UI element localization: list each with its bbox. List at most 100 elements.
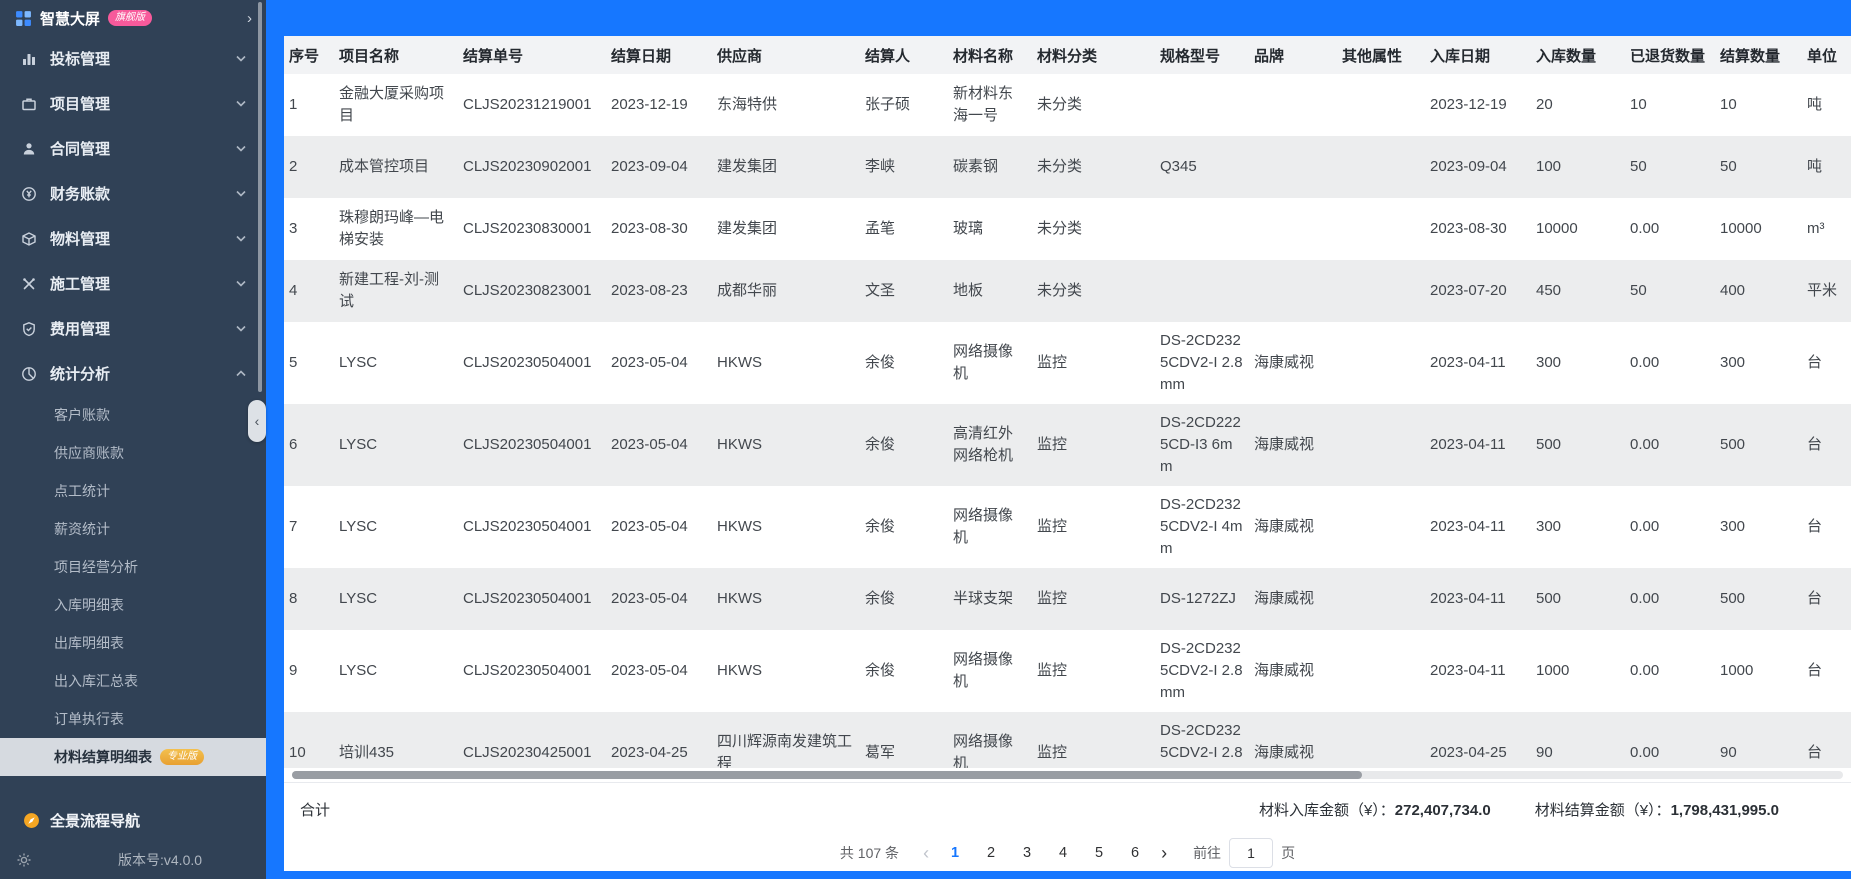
- column-header: 规格型号: [1155, 36, 1249, 74]
- sidebar-subitem-6[interactable]: 入库明细表: [0, 586, 266, 624]
- subitem-label: 订单执行表: [54, 711, 124, 727]
- table-cell: CLJS20230504001: [463, 662, 592, 679]
- table-cell: 未分类: [1037, 282, 1083, 299]
- table-cell: [1249, 74, 1337, 136]
- sidebar-subitem-9[interactable]: 订单执行表: [0, 700, 266, 738]
- pro-badge: 专业版: [160, 749, 204, 765]
- sidebar-subitem-1[interactable]: 客户账款: [0, 396, 266, 434]
- sidebar-item-materials[interactable]: 物料管理: [0, 216, 266, 261]
- page-button-2[interactable]: 2: [977, 838, 1005, 868]
- sidebar-subitem-5[interactable]: 项目经营分析: [0, 548, 266, 586]
- table-cell: 台: [1807, 436, 1823, 453]
- flow-navigation-icon: [22, 811, 40, 829]
- next-page-button[interactable]: ›: [1153, 843, 1175, 864]
- pagination: 共 107 条 ‹ 123456 › 前往 页: [284, 835, 1851, 871]
- sidebar-subitem-8[interactable]: 出入库汇总表: [0, 662, 266, 700]
- sidebar-item-expenses[interactable]: 费用管理: [0, 306, 266, 351]
- table-cell: 地板: [953, 282, 984, 299]
- sidebar-item-smart-screen[interactable]: 智慧大屏 旗舰版 ›: [0, 0, 266, 36]
- menu-label: 合同管理: [50, 141, 111, 158]
- table-cell: CLJS20230425001: [463, 744, 592, 761]
- sidebar-subitem-4[interactable]: 薪资统计: [0, 510, 266, 548]
- table-cell: 100: [1536, 158, 1562, 175]
- sidebar-item-bidding[interactable]: 投标管理: [0, 36, 266, 81]
- table-cell: 5: [289, 354, 298, 371]
- prev-page-button[interactable]: ‹: [915, 843, 937, 864]
- table-cell: 450: [1536, 282, 1562, 299]
- column-header: 已退货数量: [1625, 36, 1715, 74]
- table-cell: 监控: [1037, 436, 1068, 453]
- chevron-up-icon: [236, 370, 246, 377]
- table-cell: 余俊: [865, 436, 896, 453]
- total-count: 共 107 条: [839, 845, 900, 861]
- table-cell: m³: [1807, 220, 1825, 237]
- table-cell: [1249, 136, 1337, 198]
- subitem-label: 出入库汇总表: [54, 673, 138, 689]
- table-cell: 珠穆朗玛峰—电梯安装: [339, 209, 445, 248]
- sidebar: 智慧大屏 旗舰版 › 投标管理 项目管理 合同管理 财务账款 物料管理 施工管理…: [0, 0, 266, 879]
- goto-suffix: 页: [1281, 845, 1296, 861]
- table-cell: 6: [289, 436, 298, 453]
- page-button-1[interactable]: 1: [941, 838, 969, 868]
- table-cell: 500: [1720, 590, 1746, 607]
- table-cell: 300: [1720, 518, 1746, 535]
- column-header: 结算人: [860, 36, 948, 74]
- table-cell: 1000: [1536, 662, 1570, 679]
- table-header-row: 序号 项目名称 结算单号 结算日期 供应商 结算人 材料名称 材料分类 规格型号 品牌 其他属性 入库…: [284, 36, 1851, 74]
- table-cell: DS-1272ZJ: [1160, 590, 1236, 607]
- gear-icon[interactable]: [16, 852, 32, 868]
- table-cell: 2023-09-04: [1430, 158, 1507, 175]
- table-cell: 海康威视: [1254, 744, 1315, 761]
- table-cell: 500: [1720, 436, 1746, 453]
- table-cell: 金融大厦采购项目: [339, 85, 445, 124]
- subitem-label: 出库明细表: [54, 635, 124, 651]
- table-cell: CLJS20230504001: [463, 590, 592, 607]
- table-cell: CLJS20230504001: [463, 436, 592, 453]
- sidebar-subitem-3[interactable]: 点工统计: [0, 472, 266, 510]
- app-root: 智慧大屏 旗舰版 › 投标管理 项目管理 合同管理 财务账款 物料管理 施工管理…: [0, 0, 1851, 879]
- page-button-3[interactable]: 3: [1013, 838, 1041, 868]
- sidebar-item-projects[interactable]: 项目管理: [0, 81, 266, 126]
- table-cell: 500: [1536, 436, 1562, 453]
- table-cell: 2023-04-11: [1430, 436, 1506, 453]
- table-cell: CLJS20230823001: [463, 282, 592, 299]
- table-cell: DS-2CD2325CDV2-I 2.8mm: [1160, 722, 1243, 768]
- table-cell: [1337, 486, 1425, 568]
- sidebar-subitem-2[interactable]: 供应商账款: [0, 434, 266, 472]
- goto-page-input[interactable]: [1229, 838, 1274, 868]
- table-cell: 2023-05-04: [611, 518, 688, 535]
- column-header: 其他属性: [1337, 36, 1425, 74]
- column-header: 材料分类: [1032, 36, 1155, 74]
- table-cell: 台: [1807, 662, 1823, 679]
- sidebar-subitem-7[interactable]: 出库明细表: [0, 624, 266, 662]
- page-button-4[interactable]: 4: [1049, 838, 1077, 868]
- inbound-amount: 材料入库金额（¥）：272,407,734.0: [1259, 799, 1491, 820]
- goto-label: 前往: [1193, 845, 1222, 861]
- sidebar-item-finance[interactable]: 财务账款: [0, 171, 266, 216]
- table-cell: 吨: [1807, 96, 1823, 113]
- scrollbar-track[interactable]: [292, 771, 1843, 779]
- table-cell: 8: [289, 590, 298, 607]
- sidebar-collapse-button[interactable]: ‹: [248, 400, 266, 442]
- page-button-5[interactable]: 5: [1085, 838, 1113, 868]
- table-cell: 10000: [1536, 220, 1578, 237]
- table-cell: 2: [289, 158, 298, 175]
- chart-icon: [20, 50, 38, 68]
- page-button-6[interactable]: 6: [1121, 838, 1149, 868]
- sidebar-item-construction[interactable]: 施工管理: [0, 261, 266, 306]
- table-row: 3 珠穆朗玛峰—电梯安装 CLJS20230830001 2023-08-30 建发集团…: [284, 198, 1851, 260]
- table-cell: 平米: [1807, 282, 1838, 299]
- settlement-amount: 材料结算金额（¥）：1,798,431,995.0: [1535, 799, 1779, 820]
- table-cell: 0.00: [1630, 590, 1660, 607]
- total-label: 合计: [300, 801, 331, 819]
- sidebar-scrollbar[interactable]: [258, 2, 262, 392]
- tools-icon: [20, 275, 38, 293]
- sidebar-subitem-10[interactable]: 材料结算明细表 专业版: [0, 738, 266, 776]
- table-cell: 7: [289, 518, 298, 535]
- sidebar-item-flow-navigation[interactable]: 全景流程导航: [0, 800, 266, 840]
- table-cell: DS-2CD2325CDV2-I 4mm: [1160, 496, 1243, 557]
- scrollbar-thumb[interactable]: [292, 771, 1363, 779]
- sidebar-item-statistics[interactable]: 统计分析: [0, 351, 266, 396]
- table-cell: 90: [1720, 744, 1737, 761]
- sidebar-item-contracts[interactable]: 合同管理: [0, 126, 266, 171]
